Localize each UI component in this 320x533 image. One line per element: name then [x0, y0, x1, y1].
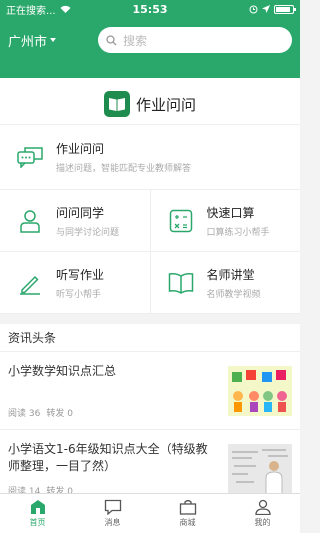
tab-profile[interactable]: 我的 [225, 494, 300, 533]
read-count: 阅读 36 [8, 408, 41, 419]
book-icon [108, 98, 125, 111]
tab-label: 我的 [254, 518, 271, 527]
share-count: 转发 0 [46, 408, 73, 419]
status-time: 15:53 [132, 2, 168, 16]
feature-title: 听写作业 [56, 267, 105, 282]
tab-label: 消息 [104, 518, 121, 527]
tab-label: 商城 [179, 518, 196, 527]
feature-title: 快速口算 [206, 205, 255, 220]
feature-master-class[interactable]: 名师讲堂 名师教学视频 [149, 252, 301, 313]
feature-subtitle: 听写小帮手 [56, 289, 102, 300]
news-title: 小学语文1-6年级知识点大全（特级教师整理，一目了然） [8, 441, 208, 473]
search-input[interactable]: 搜索 [98, 27, 292, 53]
nav-bar: 广州市 搜索 [0, 20, 300, 60]
city-label: 广州市 [8, 34, 48, 50]
tab-shop[interactable]: 商城 [150, 494, 225, 533]
feature-ask-classmates[interactable]: 问问同学 与同学讨论问题 [0, 190, 150, 251]
caret-down-icon [50, 38, 57, 42]
tab-bar: 首页 消息 商城 我的 [0, 493, 300, 533]
message-icon [104, 499, 121, 515]
feature-subtitle: 口算练习小帮手 [206, 227, 270, 238]
search-placeholder: 搜索 [123, 33, 148, 48]
news-thumbnail-image [228, 365, 292, 416]
news-item[interactable]: 小学数学知识点汇总 阅读 36 转发 0 [0, 352, 300, 430]
app-logo [103, 91, 130, 117]
news-thumbnail-image [228, 443, 292, 494]
open-book-icon [167, 269, 195, 297]
feature-title: 作业问问 [56, 142, 105, 156]
feature-title: 问问同学 [56, 205, 105, 220]
chat-bubbles-icon [16, 143, 44, 171]
news-list: 小学数学知识点汇总 阅读 36 转发 0 小学语文1-6年级知识点大全（特级教师… [0, 352, 300, 508]
feature-subtitle: 描述问题，智能匹配专业教师解答 [56, 164, 192, 174]
home-icon [30, 500, 45, 514]
calculator-icon [167, 207, 195, 235]
person-icon [16, 207, 44, 235]
feature-dictation[interactable]: 听写作业 听写小帮手 [0, 252, 150, 313]
search-icon [106, 34, 117, 45]
news-title: 小学数学知识点汇总 [8, 363, 117, 378]
status-bar: 正在搜索... 15:53 [0, 0, 300, 18]
tab-label: 首页 [29, 518, 46, 527]
tab-home[interactable]: 首页 [0, 494, 75, 533]
news-header: 资讯头条 [0, 324, 300, 352]
feature-title: 名师讲堂 [206, 267, 255, 282]
shop-bag-icon [179, 499, 196, 515]
profile-icon [254, 499, 271, 515]
feature-subtitle: 名师教学视频 [206, 289, 261, 300]
tab-messages[interactable]: 消息 [75, 494, 150, 533]
feature-ask-question[interactable]: 作业问问 描述问题，智能匹配专业教师解答 [0, 125, 300, 190]
battery-icon [274, 4, 296, 14]
pencil-icon [16, 269, 44, 297]
app-header: 正在搜索... 15:53 广州市 搜索 [0, 0, 300, 78]
feature-quick-calc[interactable]: 快速口算 口算练习小帮手 [149, 190, 301, 251]
feature-grid: 作业问问 描述问题，智能匹配专业教师解答 问问同学 与同学讨论问题 快速口算 口… [0, 124, 300, 314]
brand-title: 作业问问 [135, 95, 196, 114]
feature-subtitle: 与同学讨论问题 [56, 227, 120, 238]
brand-bar: 作业问问 [0, 78, 300, 124]
city-selector[interactable]: 广州市 [8, 31, 98, 50]
